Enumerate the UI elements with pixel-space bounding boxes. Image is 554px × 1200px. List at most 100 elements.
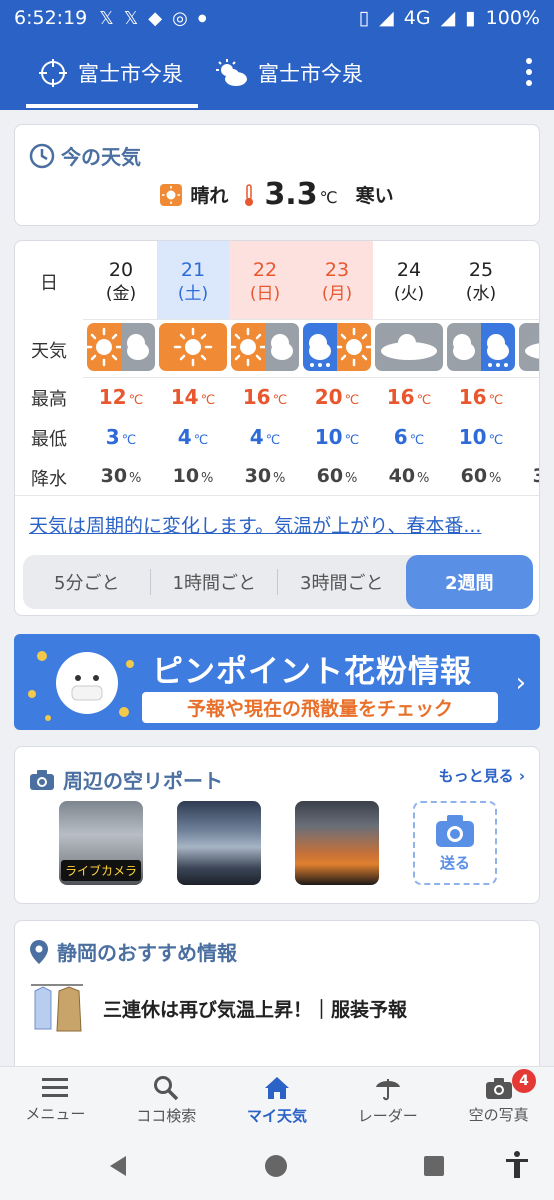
more-link-text: もっと見る xyxy=(438,767,514,785)
forecast-day-column[interactable]: 23 (月) 20 ℃ 10 ℃ 60% xyxy=(301,241,373,497)
forecast-weather-icon xyxy=(519,323,539,371)
forecast-day-header: 22 (日) xyxy=(229,241,301,319)
forecast-weather-icon xyxy=(375,323,443,371)
nav-menu[interactable]: メニュー xyxy=(0,1067,111,1134)
nav-sky-photo[interactable]: 空の写真 4 xyxy=(443,1067,554,1134)
forecast-weather-icon xyxy=(447,323,515,371)
forecast-precip: 40% xyxy=(388,465,430,487)
hotspot-icon: ◎ xyxy=(172,7,188,29)
thermometer-icon xyxy=(245,183,254,206)
nav-radar[interactable]: レーダー xyxy=(332,1067,443,1134)
forecast-precip: 60% xyxy=(316,465,358,487)
home-button-icon[interactable] xyxy=(264,1154,288,1178)
forecast-low-temp: 4 ℃ xyxy=(177,425,209,449)
segment-1hour[interactable]: 1時間ごと xyxy=(151,555,279,609)
segment-2week[interactable]: 2週間 xyxy=(405,555,533,609)
row-label-high: 最高 xyxy=(31,389,67,410)
cloud-icon xyxy=(375,323,443,371)
network-type: 4G xyxy=(403,7,431,29)
forecast-day-column[interactable]: 22 (日) 16 ℃ 4 ℃ 30% xyxy=(229,241,301,497)
forecast-weekday: (火) xyxy=(393,284,425,304)
row-label-precip: 降水 xyxy=(31,469,67,490)
chevron-right-icon: › xyxy=(515,668,526,698)
forecast-low-temp: 7℃ xyxy=(517,425,539,449)
system-navigation-bar xyxy=(0,1134,554,1200)
forecast-low-temp: 6 ℃ xyxy=(393,425,425,449)
mascot-face-icon xyxy=(56,652,118,714)
forecast-date: 2 xyxy=(517,259,539,281)
pollen-banner[interactable]: ピンポイント花粉情報 予報や現在の飛散量をチェック › xyxy=(14,634,540,730)
nav-search[interactable]: ココ検索 xyxy=(111,1067,222,1134)
sun-cloud-icon xyxy=(216,59,247,86)
send-photo-button[interactable]: 送る xyxy=(413,801,497,885)
forecast-weather-icon xyxy=(231,323,299,371)
back-icon[interactable] xyxy=(106,1154,130,1178)
more-menu-icon[interactable] xyxy=(526,58,534,86)
camera-plus-icon xyxy=(436,814,474,847)
forecast-day-column[interactable]: 2(木 7℃ 30% xyxy=(517,241,539,497)
pollen-banner-title: ピンポイント花粉情報 xyxy=(152,654,472,690)
segment-3hour[interactable]: 3時間ごと xyxy=(278,555,406,609)
forecast-date: 24 xyxy=(396,259,422,281)
bottom-navigation: メニュー ココ検索 マイ天気 レーダー 空の写真 4 xyxy=(0,1066,554,1134)
accessibility-icon[interactable] xyxy=(504,1150,530,1180)
recents-icon[interactable] xyxy=(424,1156,444,1176)
forecast-day-column[interactable]: 25 (水) 16 ℃ 10 ℃ 60% xyxy=(445,241,517,497)
current-condition: 晴れ xyxy=(190,185,229,207)
current-feel: 寒い xyxy=(355,185,394,207)
rain-icon xyxy=(481,323,515,371)
forecast-high-temp: 16 ℃ xyxy=(242,385,288,409)
nav-radar-label: レーダー xyxy=(357,1107,418,1125)
current-weather-title-text: 今の天気 xyxy=(61,145,141,169)
app-header: 富士市今泉 富士市今泉 xyxy=(0,36,554,110)
forecast-date: 20 xyxy=(108,259,134,281)
sky-report-card: 周辺の空リポート もっと見る › ライブカメラ 送る xyxy=(14,746,540,904)
forecast-low-temp: 10 ℃ xyxy=(314,425,360,449)
sky-report-title-text: 周辺の空リポート xyxy=(63,769,223,793)
nav-menu-label: メニュー xyxy=(25,1105,86,1123)
cloud-icon xyxy=(447,323,481,371)
current-weather-card[interactable]: 今の天気 晴れ 3.3 ℃ 寒い xyxy=(14,124,540,226)
tab-current-location[interactable]: 富士市今泉 xyxy=(38,36,183,110)
current-weather-row: 晴れ 3.3 ℃ 寒い xyxy=(15,177,539,212)
forecast-day-header: 23 (月) xyxy=(301,241,373,319)
sky-photo-cloudy[interactable] xyxy=(177,801,261,885)
forecast-day-column[interactable]: 20 (金) 12 ℃ 3 ℃ 30% xyxy=(85,241,157,497)
menu-icon xyxy=(42,1078,69,1097)
nav-my-weather[interactable]: マイ天気 xyxy=(222,1067,333,1134)
live-camera-photo[interactable]: ライブカメラ xyxy=(59,801,143,885)
recommend-card: 静岡のおすすめ情報 三連休は再び気温上昇！｜服装予報 xyxy=(14,920,540,1090)
status-time: 6:52:19 xyxy=(14,7,88,29)
battery-icon: ▮ xyxy=(465,7,476,29)
forecast-day-header: 25 (水) xyxy=(445,241,517,319)
notification-badge: 4 xyxy=(511,1069,536,1093)
sun-icon xyxy=(159,323,227,371)
sky-photo-sunset[interactable] xyxy=(295,801,379,885)
nav-my-weather-label: マイ天気 xyxy=(246,1107,307,1125)
row-label-low: 最低 xyxy=(31,429,67,450)
forecast-day-header: 24 (火) xyxy=(373,241,445,319)
clock-icon xyxy=(29,143,55,168)
forecast-weather-icon xyxy=(303,323,371,371)
location-target-icon xyxy=(39,59,67,87)
forecast-day-header: 2(木 xyxy=(517,241,539,319)
forecast-day-column[interactable]: 21 (土) 14 ℃ 4 ℃ 10% xyxy=(157,241,229,497)
row-label-day: 日 xyxy=(40,273,58,294)
forecast-high-temp: 14 ℃ xyxy=(170,385,216,409)
status-bar: 6:52:19 𝕏 𝕏 ◆ ◎ ● ▯ ◢ 4G ◢ ▮ 100% xyxy=(0,0,554,36)
x-icon-2: 𝕏 xyxy=(123,7,139,29)
sun-icon xyxy=(160,183,183,206)
forecast-precip: 30% xyxy=(517,465,539,487)
recommend-title-text: 静岡のおすすめ情報 xyxy=(57,941,237,965)
more-link[interactable]: もっと見る › xyxy=(439,765,525,786)
app-notification-icon: ◆ xyxy=(148,7,163,29)
tab-registered-location[interactable]: 富士市今泉 xyxy=(216,36,363,110)
forecast-comment-link[interactable]: 天気は周期的に変化します。気温が上がり、春本番... xyxy=(29,511,529,538)
recommend-item[interactable]: 三連休は再び気温上昇！｜服装予報 xyxy=(29,981,407,1035)
forecast-day-column[interactable]: 24 (火) 16 ℃ 6 ℃ 40% xyxy=(373,241,445,497)
forecast-weekday: (土) xyxy=(177,284,209,304)
segment-5min[interactable]: 5分ごと xyxy=(23,555,151,609)
forecast-weekday: (木 xyxy=(517,279,539,304)
forecast-high-temp: 12 ℃ xyxy=(98,385,144,409)
forecast-low-temp: 3 ℃ xyxy=(105,425,137,449)
